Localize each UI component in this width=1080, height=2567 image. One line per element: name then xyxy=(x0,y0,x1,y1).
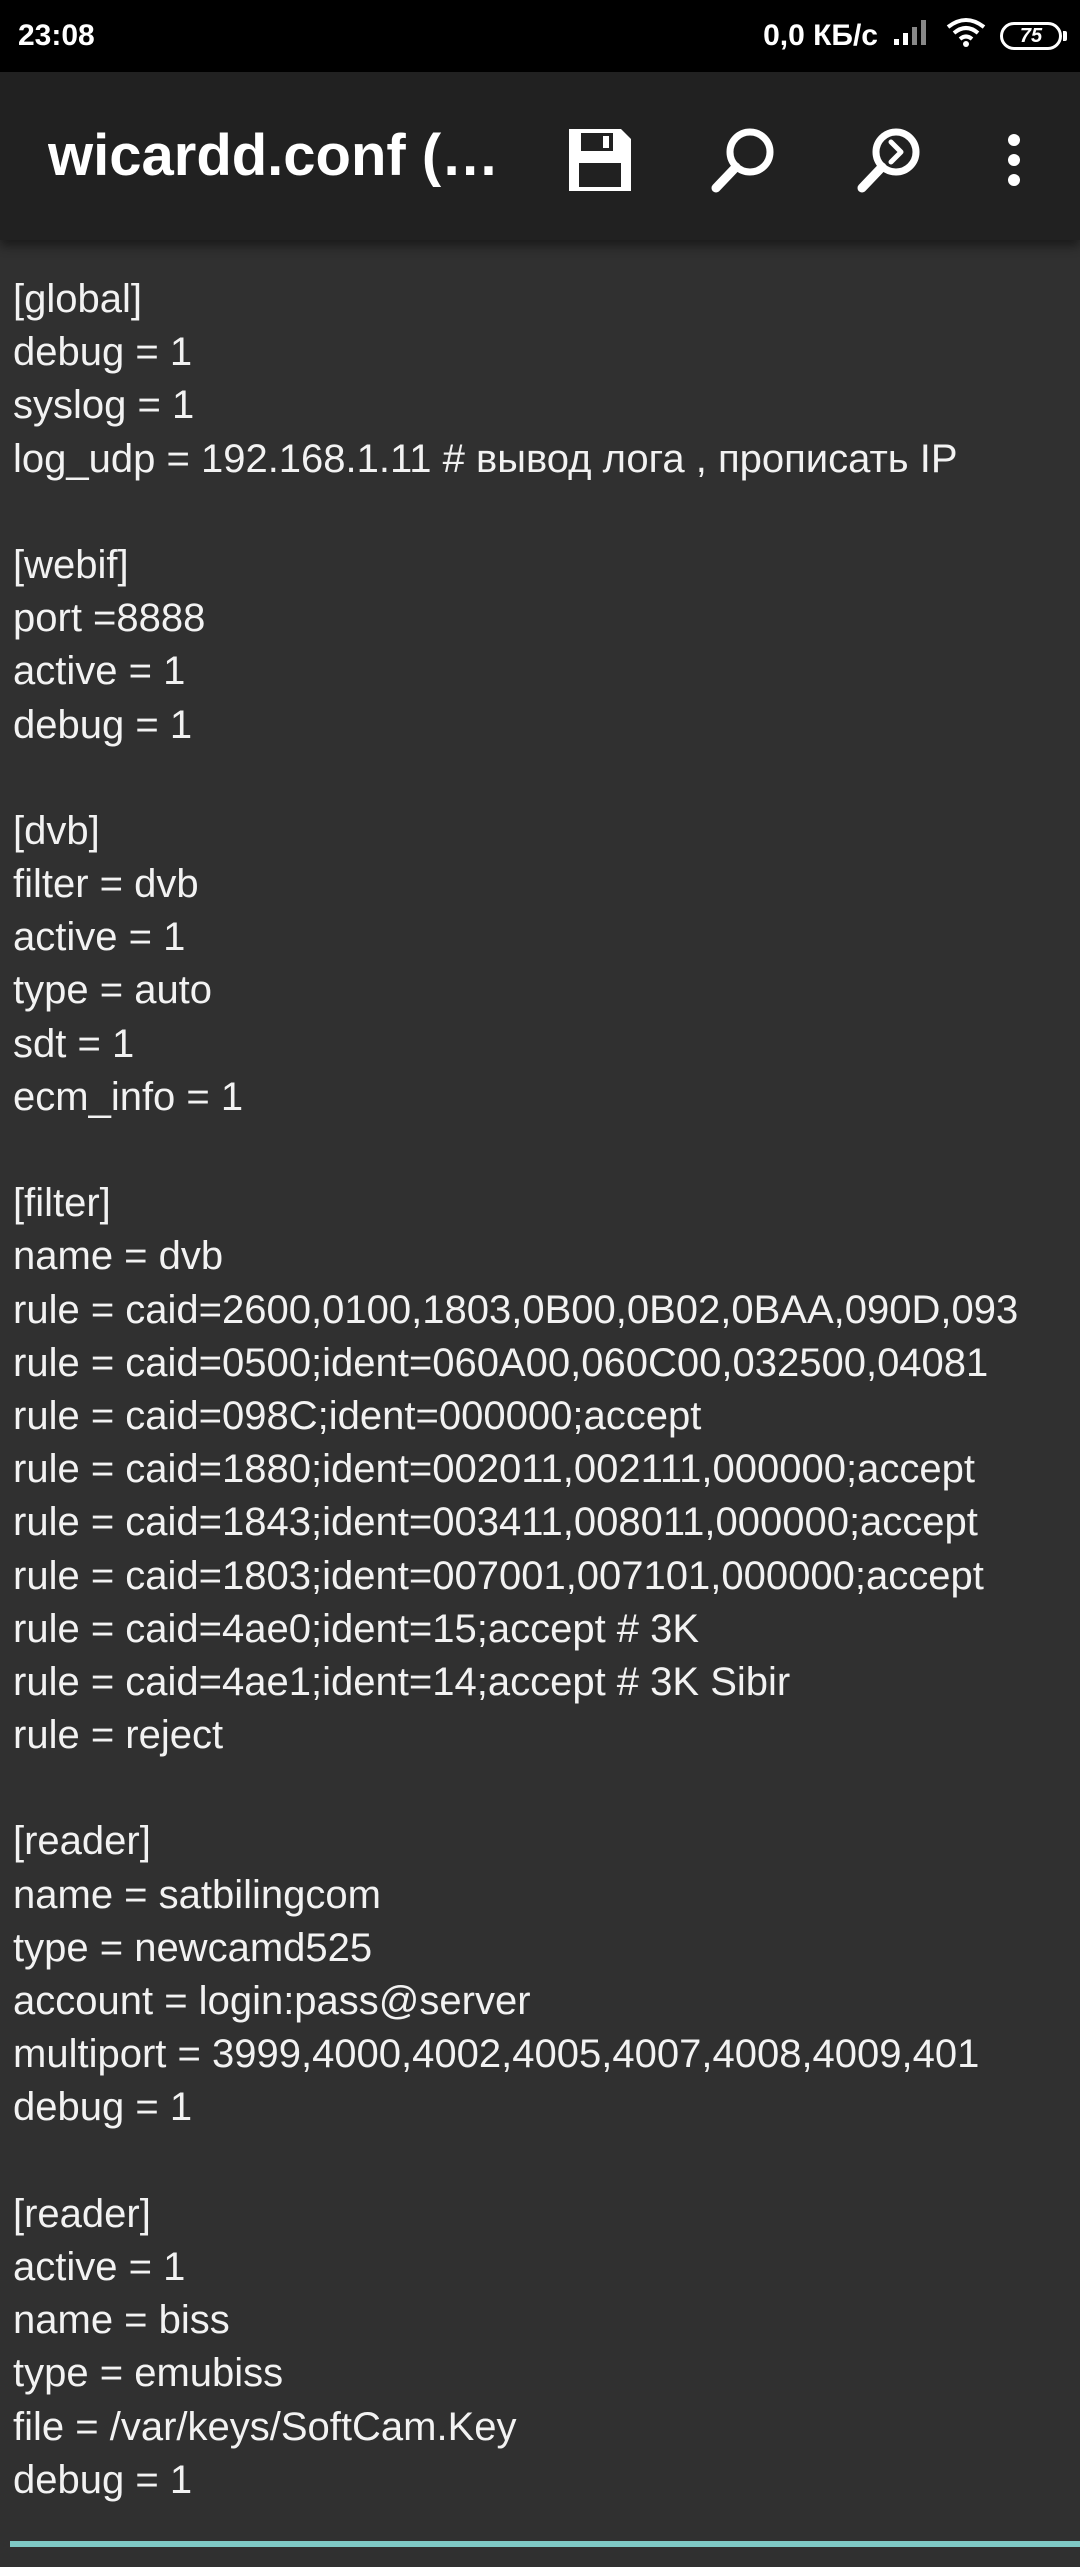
code-line[interactable] xyxy=(13,486,1018,539)
code-line[interactable]: rule = caid=4ae1;ident=14;accept # 3K Si… xyxy=(13,1656,1018,1709)
code-line[interactable]: log_udp = 192.168.1.11 # вывод лога , пр… xyxy=(13,433,1018,486)
code-line[interactable]: type = emubiss xyxy=(13,2347,1018,2400)
code-line[interactable]: type = newcamd525 xyxy=(13,1922,1018,1975)
code-line[interactable]: [reader] xyxy=(13,1815,1018,1868)
status-bar: 23:08 0,0 КБ/с 75 xyxy=(0,0,1080,72)
code-line[interactable]: account = login:pass@server xyxy=(13,1975,1018,2028)
signal-icon xyxy=(892,17,932,55)
find-next-icon xyxy=(854,124,926,196)
code-line[interactable]: rule = caid=1880;ident=002011,002111,000… xyxy=(13,1443,1018,1496)
battery-icon: 75 xyxy=(1000,22,1067,50)
code-line[interactable]: active = 1 xyxy=(13,645,1018,698)
code-line[interactable]: name = satbilingcom xyxy=(13,1869,1018,1922)
network-speed: 0,0 КБ/с xyxy=(763,19,878,52)
code-line[interactable]: ecm_info = 1 xyxy=(13,1071,1018,1124)
code-line[interactable]: rule = caid=098C;ident=000000;accept xyxy=(13,1390,1018,1443)
code-line[interactable]: active = 1 xyxy=(13,911,1018,964)
more-options-button[interactable] xyxy=(966,112,1062,208)
code-line[interactable]: rule = reject xyxy=(13,1709,1018,1762)
code-line[interactable]: active = 1 xyxy=(13,2241,1018,2294)
code-line[interactable]: syslog = 1 xyxy=(13,379,1018,432)
code-line[interactable]: [global] xyxy=(13,273,1018,326)
code-line[interactable] xyxy=(13,1762,1018,1815)
app-toolbar: wicardd.conf (… xyxy=(0,72,1080,240)
file-title: wicardd.conf (… xyxy=(48,123,500,188)
code-line[interactable] xyxy=(13,2135,1018,2188)
code-line[interactable]: [webif] xyxy=(13,539,1018,592)
code-line[interactable]: [dvb] xyxy=(13,805,1018,858)
code-line[interactable] xyxy=(13,752,1018,805)
wifi-icon xyxy=(946,17,986,55)
code-line[interactable]: debug = 1 xyxy=(13,2454,1018,2507)
code-line[interactable]: file = /var/keys/SoftCam.Key xyxy=(13,2401,1018,2454)
code-line[interactable]: name = biss xyxy=(13,2294,1018,2347)
find-next-button[interactable] xyxy=(842,112,938,208)
code-line[interactable] xyxy=(13,1124,1018,1177)
code-line[interactable]: rule = caid=2600,0100,1803,0B00,0B02,0BA… xyxy=(13,1284,1018,1337)
code-line[interactable]: debug = 1 xyxy=(13,2081,1018,2134)
code-line[interactable]: debug = 1 xyxy=(13,326,1018,379)
code-line[interactable]: rule = caid=1803;ident=007001,007101,000… xyxy=(13,1550,1018,1603)
battery-level: 75 xyxy=(1019,24,1043,47)
code-line[interactable]: rule = caid=0500;ident=060A00,060C00,032… xyxy=(13,1337,1018,1390)
code-line[interactable]: type = auto xyxy=(13,964,1018,1017)
code-line[interactable]: [reader] xyxy=(13,2188,1018,2241)
code-line[interactable]: name = dvb xyxy=(13,1230,1018,1283)
code-line[interactable]: port =8888 xyxy=(13,592,1018,645)
save-button[interactable] xyxy=(552,112,648,208)
save-icon xyxy=(565,125,635,195)
code-line[interactable]: filter = dvb xyxy=(13,858,1018,911)
search-icon xyxy=(708,124,780,196)
code-line[interactable]: sdt = 1 xyxy=(13,1018,1018,1071)
text-editor[interactable]: [global] debug = 1 syslog = 1 log_udp = 192… xyxy=(0,240,1080,2530)
status-indicators: 0,0 КБ/с 75 xyxy=(763,17,1067,55)
editor-content[interactable]: [global] debug = 1 syslog = 1 log_udp = 192… xyxy=(13,273,1018,2507)
search-button[interactable] xyxy=(696,112,792,208)
code-line[interactable]: multiport = 3999,4000,4002,4005,4007,400… xyxy=(13,2028,1018,2081)
code-line[interactable]: rule = caid=4ae0;ident=15;accept # 3K xyxy=(13,1603,1018,1656)
code-line[interactable]: debug = 1 xyxy=(13,699,1018,752)
code-line[interactable]: [filter] xyxy=(13,1177,1018,1230)
editor-bottom-indicator xyxy=(10,2541,1080,2547)
more-vert-icon xyxy=(1004,130,1024,190)
code-line[interactable]: rule = caid=1843;ident=003411,008011,000… xyxy=(13,1496,1018,1549)
status-time: 23:08 xyxy=(18,19,95,52)
